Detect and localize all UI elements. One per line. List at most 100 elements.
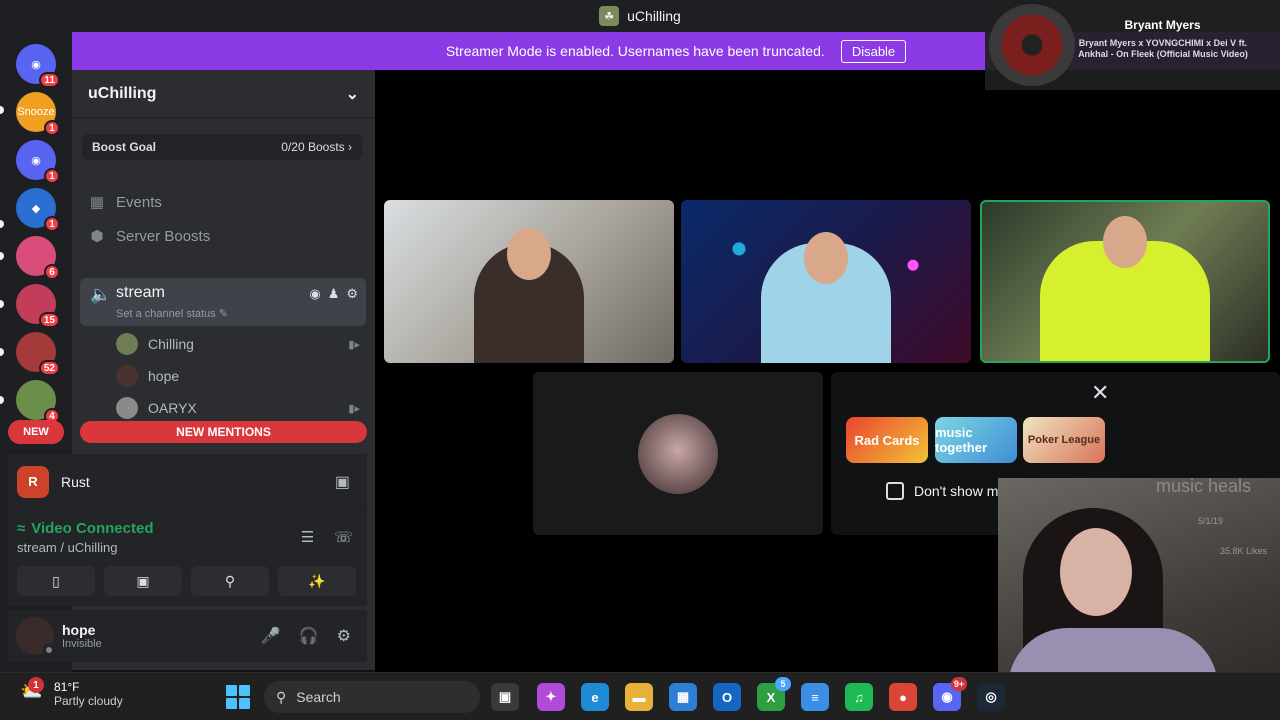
file-explorer-icon[interactable]: ▬ <box>625 683 653 711</box>
spotify-icon[interactable]: ♫ <box>845 683 873 711</box>
windows-logo-icon <box>226 685 237 696</box>
task-view-glyph: ▣ <box>498 689 512 704</box>
server-header[interactable]: uChilling ⌄ <box>72 70 375 118</box>
steam-glyph: ◎ <box>985 689 997 704</box>
boost-goal-label: Boost Goal <box>92 140 157 154</box>
now-playing-artist: Bryant Myers <box>1124 18 1201 32</box>
server-icon[interactable]: 15 <box>16 284 60 328</box>
user-controls: 🎤 🎧 ⚙ <box>261 626 351 646</box>
store-glyph: ▦ <box>676 689 690 704</box>
start-button[interactable] <box>226 685 250 709</box>
disconnect-icon[interactable]: ☏ <box>334 528 353 546</box>
steam-icon[interactable]: ◎ <box>977 683 1005 711</box>
server-icon[interactable]: ◆ 1 <box>16 188 60 232</box>
streamer-face <box>1060 528 1132 616</box>
unread-pill <box>0 106 4 114</box>
weather-widget[interactable]: ⛅1 81°F Partly cloudy <box>20 677 123 708</box>
outlook-icon[interactable]: O <box>713 683 741 711</box>
sidebar-item-label: Events <box>116 193 162 211</box>
camera-icon: ▮▸ <box>348 402 360 415</box>
server-icon[interactable]: 52 <box>16 332 60 376</box>
chat-icon[interactable]: ◉ <box>309 286 320 302</box>
voice-member[interactable]: hope <box>116 363 360 389</box>
noise-suppression-icon[interactable]: ☰ <box>301 528 314 546</box>
camera-off-button[interactable]: ▯ <box>17 566 95 596</box>
voice-member[interactable]: Chilling ▮▸ <box>116 331 360 357</box>
activities-button[interactable]: ⚲ <box>191 566 269 596</box>
new-unreads-pill[interactable]: NEW <box>8 420 64 444</box>
screen-share-icon[interactable]: ▣ <box>335 472 350 492</box>
windows-logo-icon <box>226 698 237 709</box>
taskbar-search[interactable]: ⚲ Search <box>264 681 480 713</box>
server-glyph: ◆ <box>31 202 41 215</box>
gear-icon[interactable]: ⚙ <box>337 626 351 646</box>
participant-head <box>804 232 848 284</box>
server-name: uChilling <box>88 84 157 102</box>
server-glyph: ◉ <box>31 154 41 167</box>
sidebar-item-server-boosts[interactable]: ⬢ Server Boosts <box>88 222 210 250</box>
sidebar-item-events[interactable]: ▦ Events <box>88 188 162 216</box>
activity-poker-league[interactable]: Poker League <box>1023 417 1105 463</box>
channel-status-placeholder: Set a channel status <box>116 308 216 320</box>
chrome-icon[interactable]: ● <box>889 683 917 711</box>
mention-badge: 11 <box>39 72 60 88</box>
invite-icon[interactable]: ♟ <box>328 286 340 302</box>
boost-count: 0/20 Boosts <box>281 140 345 154</box>
chevron-down-icon: ⌄ <box>345 85 359 103</box>
audio-only-tile[interactable] <box>533 372 823 535</box>
activity-rad-cards[interactable]: Rad Cards <box>846 417 928 463</box>
window-title: uChilling <box>627 8 681 24</box>
new-mentions-button[interactable]: NEW MENTIONS <box>80 421 367 443</box>
video-tile[interactable] <box>681 200 971 363</box>
member-name: OARYX <box>148 400 197 416</box>
avatar <box>116 397 138 419</box>
now-playing-overlay: Bryant Myers Bryant Myers x YOVNGCHIMI x… <box>985 0 1280 90</box>
avatar[interactable] <box>16 617 55 656</box>
xbox-glyph: X <box>766 689 776 705</box>
windows-logo-icon <box>239 698 250 709</box>
file-explorer-glyph: ▬ <box>632 689 646 705</box>
copilot-icon[interactable]: ✦ <box>537 683 565 711</box>
dont-show-checkbox[interactable]: Don't show me <box>886 482 1006 500</box>
now-playing-title: Bryant Myers x YOVNGCHIMI x Dei V ft. An… <box>1078 38 1248 59</box>
search-icon: ⚲ <box>276 688 287 705</box>
voice-channel-stream[interactable]: 🔈 stream Set a channel status ✎ ◉ ♟ ⚙ <box>80 278 366 326</box>
calendar-icon: ▦ <box>89 194 105 211</box>
microphone-icon[interactable]: 🎤 <box>261 626 281 646</box>
unread-pill <box>0 396 4 404</box>
unread-pill <box>0 348 4 356</box>
windows-taskbar: ⛅1 81°F Partly cloudy ⚲ Search ▣ ✦ e ▬ ▦ O X5 ≡… <box>0 672 1280 720</box>
edge-icon[interactable]: e <box>581 683 609 711</box>
copilot-glyph: ✦ <box>545 689 557 704</box>
banner-text: Streamer Mode is enabled. Usernames have… <box>445 43 825 59</box>
task-view-icon[interactable]: ▣ <box>491 683 519 711</box>
close-icon[interactable]: ✕ <box>1091 380 1109 406</box>
boost-goal-bar[interactable]: Boost Goal 0/20 Boosts › <box>82 134 362 160</box>
xbox-icon[interactable]: X5 <box>757 677 791 711</box>
server-icon[interactable]: ◉ 1 <box>16 140 60 184</box>
video-tile[interactable] <box>384 200 674 363</box>
share-screen-button[interactable]: ▣ <box>104 566 182 596</box>
user-info[interactable]: hope Invisible <box>62 622 102 650</box>
signal-icon: ≈ <box>17 520 26 537</box>
app-badge: 5 <box>775 677 791 691</box>
checkbox[interactable] <box>886 482 904 500</box>
discord-icon[interactable]: ◉ 9+ <box>933 677 967 711</box>
disable-streamer-mode-button[interactable]: Disable <box>840 39 907 63</box>
activity-music-together[interactable]: music together <box>935 417 1017 463</box>
notepad-icon[interactable]: ≡ <box>801 683 829 711</box>
video-tile-speaking[interactable] <box>980 200 1270 363</box>
server-icon[interactable]: 6 <box>16 236 60 280</box>
server-icon[interactable]: 4 <box>16 380 60 424</box>
store-icon[interactable]: ▦ <box>669 683 697 711</box>
game-activity-panel: R Rust ▣ <box>8 454 367 510</box>
voice-member[interactable]: OARYX ▮▸ <box>116 395 360 421</box>
channel-name: stream <box>116 284 165 301</box>
avatar <box>638 414 718 494</box>
headphones-icon[interactable]: 🎧 <box>299 626 319 646</box>
soundboard-button[interactable]: ✨ <box>278 566 356 596</box>
server-icon[interactable]: ◉ 11 <box>16 44 60 88</box>
gear-icon[interactable]: ⚙ <box>346 286 358 302</box>
channel-status-input[interactable]: Set a channel status ✎ <box>116 307 228 320</box>
server-icon[interactable]: Snooze 1 <box>16 92 60 136</box>
